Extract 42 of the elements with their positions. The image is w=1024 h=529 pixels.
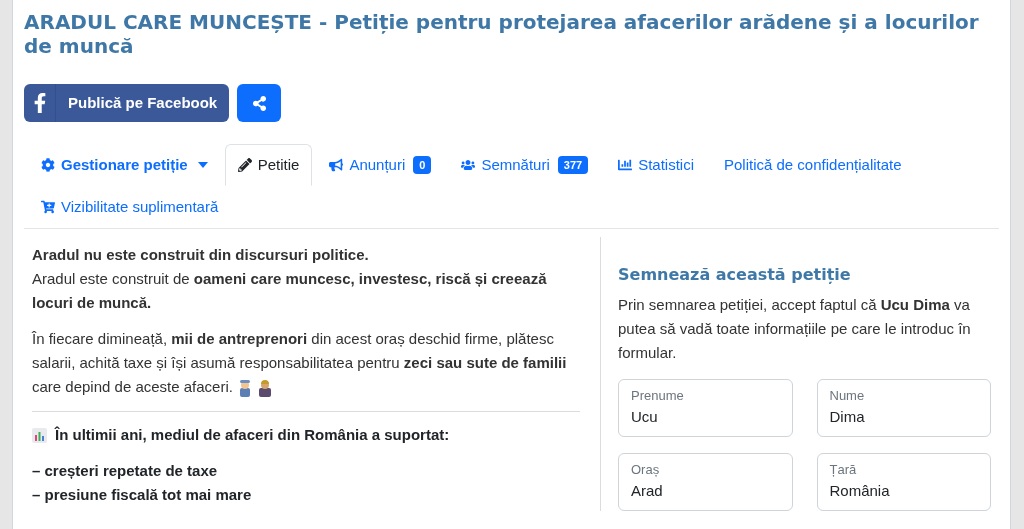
bar-chart-icon: [32, 427, 47, 443]
field-label: Oraș: [631, 462, 661, 478]
count-badge: 377: [557, 155, 589, 175]
consent-text: Prin semnarea petiției, accept faptul că Ucu Dima va putea să vadă toate informațiile pe care le introduc în formular.: [618, 295, 972, 363]
paragraph: În fiecare dimineață, mii de antreprenori din acest oraș deschid firme, plătesc salarii, achită taxe și își asumă responsabilitatea pentru zeci sau sute de familii care depind de aceste afaceri.: [32, 327, 580, 399]
pencil-icon: [237, 158, 252, 172]
text-input[interactable]: Ucu: [631, 406, 780, 429]
section-heading: În ultimii ani, mediul de afaceri din România a suportat:: [55, 425, 450, 445]
paragraph: Aradul nu este construit din discursuri politice. Aradul este construit de oameni care muncesc, investesc, riscă și creează locuri de muncă.: [32, 245, 548, 313]
tab[interactable]: Semnături 377: [448, 144, 602, 186]
tab[interactable]: Statistici: [605, 144, 707, 186]
field-label: Nume: [829, 388, 866, 404]
bar-chart-icon: [618, 158, 633, 172]
tab[interactable]: Vizibilitate suplimentară: [28, 186, 232, 228]
field-label: Prenume: [631, 388, 685, 404]
facebook-icon: [32, 93, 47, 113]
facebook-share-button[interactable]: Publică pe Facebook: [24, 84, 230, 122]
person-icon: [256, 379, 273, 398]
field-label: Țară: [829, 462, 858, 478]
list-item: – presiune fiscală tot mai mare: [32, 484, 253, 505]
tab[interactable]: Petitie: [224, 144, 313, 186]
cart-icon: [41, 200, 55, 214]
list-item: – creșteri repetate de taxe: [32, 460, 219, 481]
caret-icon: [197, 162, 208, 168]
text-input[interactable]: Dima: [829, 406, 978, 429]
page-title: ARADUL CARE MUNCEȘTE - Petiție pentru protejarea afacerilor arădene și a locurilor de muncă: [24, 10, 980, 58]
tab[interactable]: Anunțuri 0: [316, 144, 445, 186]
sign-heading: Semnează această petiție: [618, 264, 852, 286]
text-input[interactable]: România: [829, 480, 978, 503]
share-button[interactable]: [237, 84, 282, 122]
users-icon: [461, 158, 476, 172]
form-field[interactable]: Nume Dima: [816, 379, 991, 437]
form-field[interactable]: Oraș Arad: [618, 453, 793, 511]
tab[interactable]: Politică de confidențialitate: [711, 144, 915, 186]
text-input[interactable]: Arad: [631, 480, 780, 503]
count-badge: 0: [413, 155, 432, 175]
gear-icon: [41, 158, 55, 172]
bullhorn-icon: [329, 158, 344, 172]
form-field[interactable]: Țară România: [816, 453, 991, 511]
share-icon: [251, 95, 267, 111]
dropdown-tab[interactable]: Gestionare petiție: [28, 144, 221, 186]
form-field[interactable]: Prenume Ucu: [618, 379, 793, 437]
